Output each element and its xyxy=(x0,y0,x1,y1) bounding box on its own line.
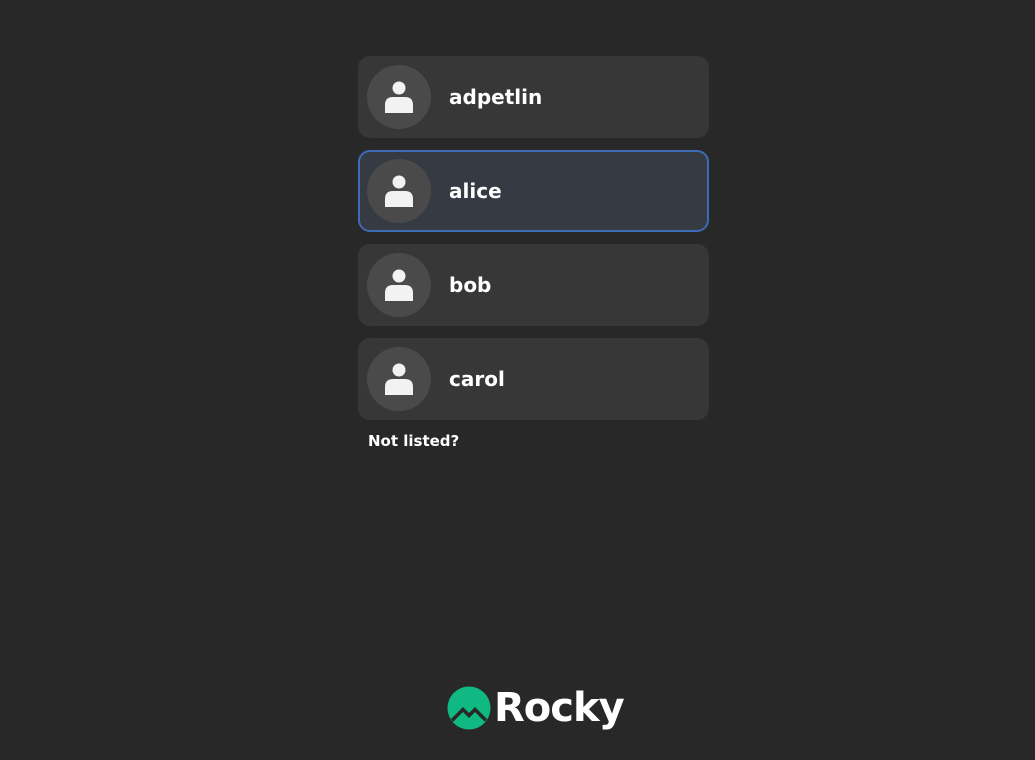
user-avatar-icon xyxy=(367,347,431,411)
user-avatar-icon xyxy=(367,253,431,317)
brand-logo: Rocky xyxy=(447,684,625,732)
user-list: adpetlin alice bob carol xyxy=(358,56,709,432)
user-name: alice xyxy=(449,179,502,203)
brand-name: Rocky xyxy=(494,685,625,731)
user-name: adpetlin xyxy=(449,85,543,109)
user-row-alice[interactable]: alice xyxy=(358,150,709,232)
user-row-adpetlin[interactable]: adpetlin xyxy=(358,56,709,138)
user-avatar-icon xyxy=(367,159,431,223)
rocky-logo-icon xyxy=(447,686,491,730)
user-avatar-icon xyxy=(367,65,431,129)
user-row-bob[interactable]: bob xyxy=(358,244,709,326)
not-listed-link[interactable]: Not listed? xyxy=(368,432,459,450)
user-name: carol xyxy=(449,367,505,391)
user-name: bob xyxy=(449,273,492,297)
user-row-carol[interactable]: carol xyxy=(358,338,709,420)
